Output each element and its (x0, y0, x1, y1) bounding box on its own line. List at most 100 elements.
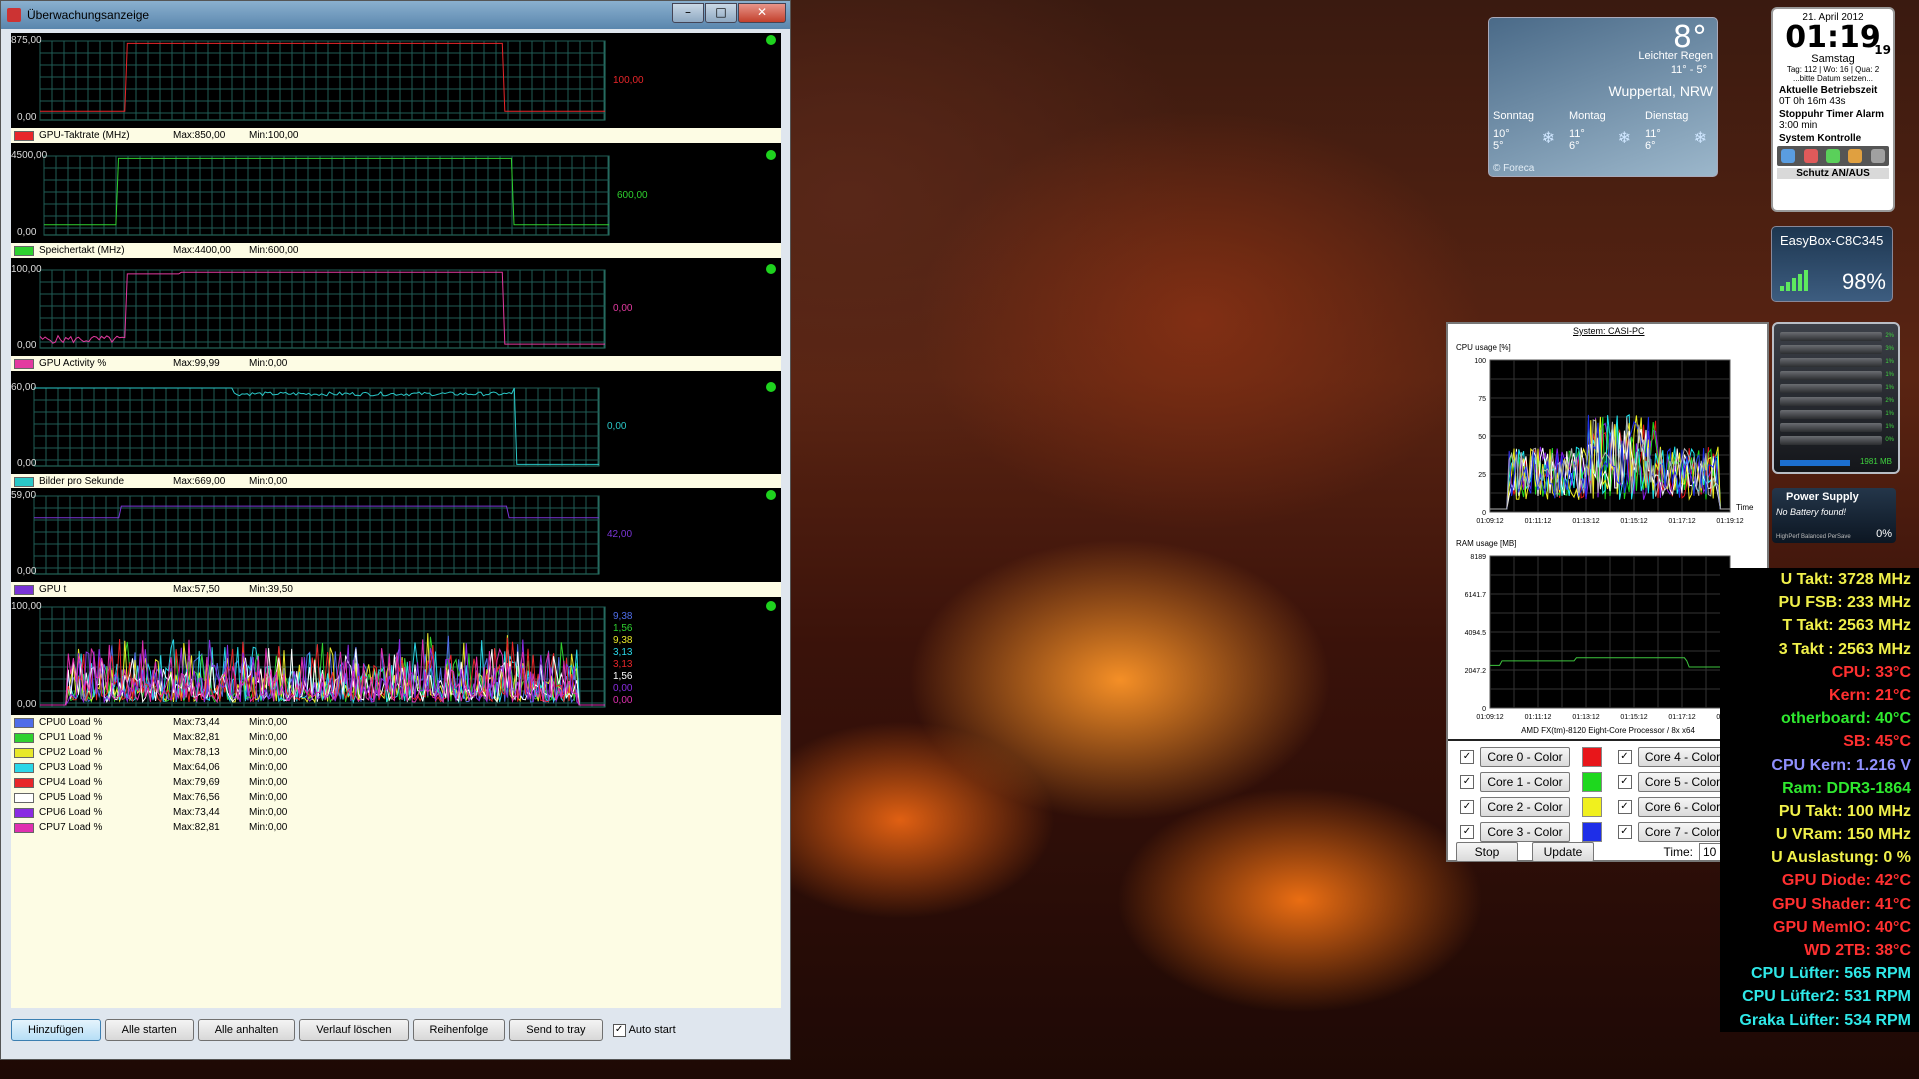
wifi-gadget[interactable]: EasyBox-C8C345 98% (1771, 226, 1893, 302)
hw-sensor-row: GPU MemIO: 40°C (1773, 918, 1911, 936)
close-button[interactable]: ✕ (738, 3, 786, 23)
start-all-button[interactable]: Alle starten (104, 1019, 194, 1041)
update-button[interactable]: Update (1532, 842, 1594, 862)
power-icon[interactable] (1781, 149, 1796, 163)
legend-swatch (14, 130, 34, 141)
legend-row[interactable]: CPU0 Load % Max:73,44 Min:0,00 (11, 715, 781, 730)
status-dot[interactable] (766, 490, 776, 500)
core-checkbox[interactable]: ✓ (1460, 824, 1474, 839)
core-checkbox[interactable]: ✓ (1617, 799, 1632, 814)
legend-row[interactable]: CPU3 Load % Max:64,06 Min:0,00 (11, 760, 781, 775)
status-dot[interactable] (766, 382, 776, 392)
core-color-button[interactable]: Core 3 - Color (1480, 821, 1570, 842)
core-color-button[interactable]: Core 1 - Color (1480, 771, 1570, 792)
status-dot[interactable] (766, 264, 776, 274)
clock-hours-minutes: 01:19 (1785, 20, 1881, 55)
legend-row[interactable]: CPU1 Load % Max:82,81 Min:0,00 (11, 730, 781, 745)
stop-button[interactable]: Stop (1456, 842, 1518, 862)
timer-value[interactable]: 3:00 min (1773, 120, 1893, 131)
core-load-bar (1780, 332, 1882, 341)
legend-row[interactable]: CPU2 Load % Max:78,13 Min:0,00 (11, 745, 781, 760)
protection-toggle[interactable]: Schutz AN/AUS (1777, 168, 1889, 179)
power-modes[interactable]: HighPerf Balanced PerSave (1776, 534, 1851, 540)
send-to-tray-button[interactable]: Send to tray (509, 1019, 603, 1041)
core-color-swatch (1582, 746, 1602, 767)
ram-gadget[interactable]: 1981 MB 2% 3% 1% 1% 1% 2% 1% 1% 0% (1772, 322, 1900, 474)
hw-sensor-row: GPU Diode: 42°C (1781, 872, 1911, 890)
core-checkbox[interactable]: ✓ (1617, 749, 1632, 764)
autostart-checkbox[interactable]: ✓ Auto start (612, 1023, 676, 1037)
clear-history-button[interactable]: Verlauf löschen (299, 1019, 409, 1041)
core-color-button[interactable]: Core 2 - Color (1480, 796, 1570, 817)
core-checkbox[interactable]: ✓ (1460, 749, 1474, 764)
plot-title: CPU usage [%] (1456, 343, 1511, 352)
core-color-button[interactable]: Core 4 - Color (1637, 746, 1728, 767)
legend-min: Min:600,00 (249, 245, 299, 256)
clock-gadget[interactable]: 21. April 2012 01:19 19 Samstag Tag: 112… (1771, 7, 1895, 212)
snow-icon: ❄ (1541, 130, 1555, 147)
y-tick-label: 0 (1482, 510, 1486, 517)
hw-sensor-row: U Takt: 3728 MHz (1780, 571, 1911, 588)
status-dot[interactable] (766, 150, 776, 160)
core-color-button[interactable]: Core 7 - Color (1637, 821, 1728, 842)
legend-row[interactable]: CPU6 Load % Max:73,44 Min:0,00 (11, 805, 781, 820)
order-button[interactable]: Reihenfolge (412, 1019, 506, 1041)
legend-row[interactable]: CPU7 Load % Max:82,81 Min:0,00 (11, 820, 781, 835)
status-dot[interactable] (766, 35, 776, 45)
core-load-percent: 2% (1885, 333, 1894, 339)
core-checkbox[interactable]: ✓ (1617, 824, 1632, 839)
x-tick-label: 01:13:12 (1572, 518, 1599, 525)
current-value-label: 0,00 (613, 695, 633, 706)
clock-info-hint[interactable]: ...bitte Datum setzen... (1773, 74, 1893, 83)
timer-label[interactable]: Stoppuhr Timer Alarm (1773, 109, 1893, 120)
core-cell: ✓ Core 2 - Color (1450, 796, 1608, 817)
legend-min: Min:0,00 (249, 747, 288, 758)
core-load-percent: 1% (1885, 372, 1894, 378)
core-color-swatch (1582, 821, 1602, 842)
lock-icon[interactable] (1848, 149, 1863, 163)
legend-row[interactable]: GPU t Max:57,50 Min:39,50 (11, 582, 781, 597)
core-color-button[interactable]: Core 0 - Color (1480, 746, 1570, 767)
sleep-icon[interactable] (1825, 149, 1840, 163)
graph-legend: Speichertakt (MHz) Max:4400,00 Min:600,00 (11, 243, 781, 258)
core-checkbox[interactable]: ✓ (1617, 774, 1632, 789)
core-load-percent: 1% (1885, 359, 1894, 365)
autostart-check-icon[interactable]: ✓ (612, 1023, 626, 1037)
legend-row[interactable]: GPU-Taktrate (MHz) Max:850,00 Min:100,00 (11, 128, 781, 143)
stop-all-button[interactable]: Alle anhalten (197, 1019, 296, 1041)
core-color-button[interactable]: Core 5 - Color (1637, 771, 1728, 792)
restart-icon[interactable] (1803, 149, 1818, 163)
y-min-label: 0,00 (17, 112, 37, 123)
maximize-button[interactable]: □ (705, 3, 737, 23)
legend-swatch (14, 717, 34, 728)
graph-area: 875,00 0,00 100,00 (11, 33, 781, 128)
y-max-label: 59,00 (11, 490, 37, 501)
core-checkbox[interactable]: ✓ (1460, 774, 1474, 789)
weather-source[interactable]: © Foreca (1493, 163, 1534, 174)
title-bar[interactable]: Überwachungsanzeige – □ ✕ (1, 1, 790, 29)
legend-row[interactable]: Speichertakt (MHz) Max:4400,00 Min:600,00 (11, 243, 781, 258)
status-dot[interactable] (766, 601, 776, 611)
legend-row[interactable]: CPU4 Load % Max:79,69 Min:0,00 (11, 775, 781, 790)
app-icon (7, 8, 21, 22)
core-load-bar (1780, 358, 1882, 367)
core-cell: ✓ Core 0 - Color (1450, 746, 1608, 767)
core-checkbox[interactable]: ✓ (1460, 799, 1474, 814)
weather-gadget[interactable]: 8° Leichter Regen 11° - 5° Wuppertal, NR… (1488, 17, 1718, 177)
legend-row[interactable]: Bilder pro Sekunde Max:669,00 Min:0,00 (11, 474, 781, 489)
add-button[interactable]: Hinzufügen (11, 1019, 101, 1041)
legend-row[interactable]: CPU5 Load % Max:76,56 Min:0,00 (11, 790, 781, 805)
system-control-label: System Kontrolle (1779, 133, 1862, 144)
power-gadget[interactable]: Power Supply No Battery found! HighPerf … (1772, 488, 1896, 543)
core-load-bar (1780, 423, 1882, 432)
legend-row[interactable]: GPU Activity % Max:99,99 Min:0,00 (11, 356, 781, 371)
clock-seconds: 19 (1874, 43, 1891, 57)
current-value-label: 1,56 (613, 671, 633, 682)
core-color-button[interactable]: Core 6 - Color (1637, 796, 1728, 817)
y-tick-label: 6141.7 (1465, 592, 1487, 599)
logoff-icon[interactable] (1870, 149, 1885, 163)
legend-name: CPU2 Load % (39, 747, 103, 758)
legend-max: Max:76,56 (173, 792, 220, 803)
legend-min: Min:0,00 (249, 807, 288, 818)
minimize-button[interactable]: – (672, 3, 704, 23)
